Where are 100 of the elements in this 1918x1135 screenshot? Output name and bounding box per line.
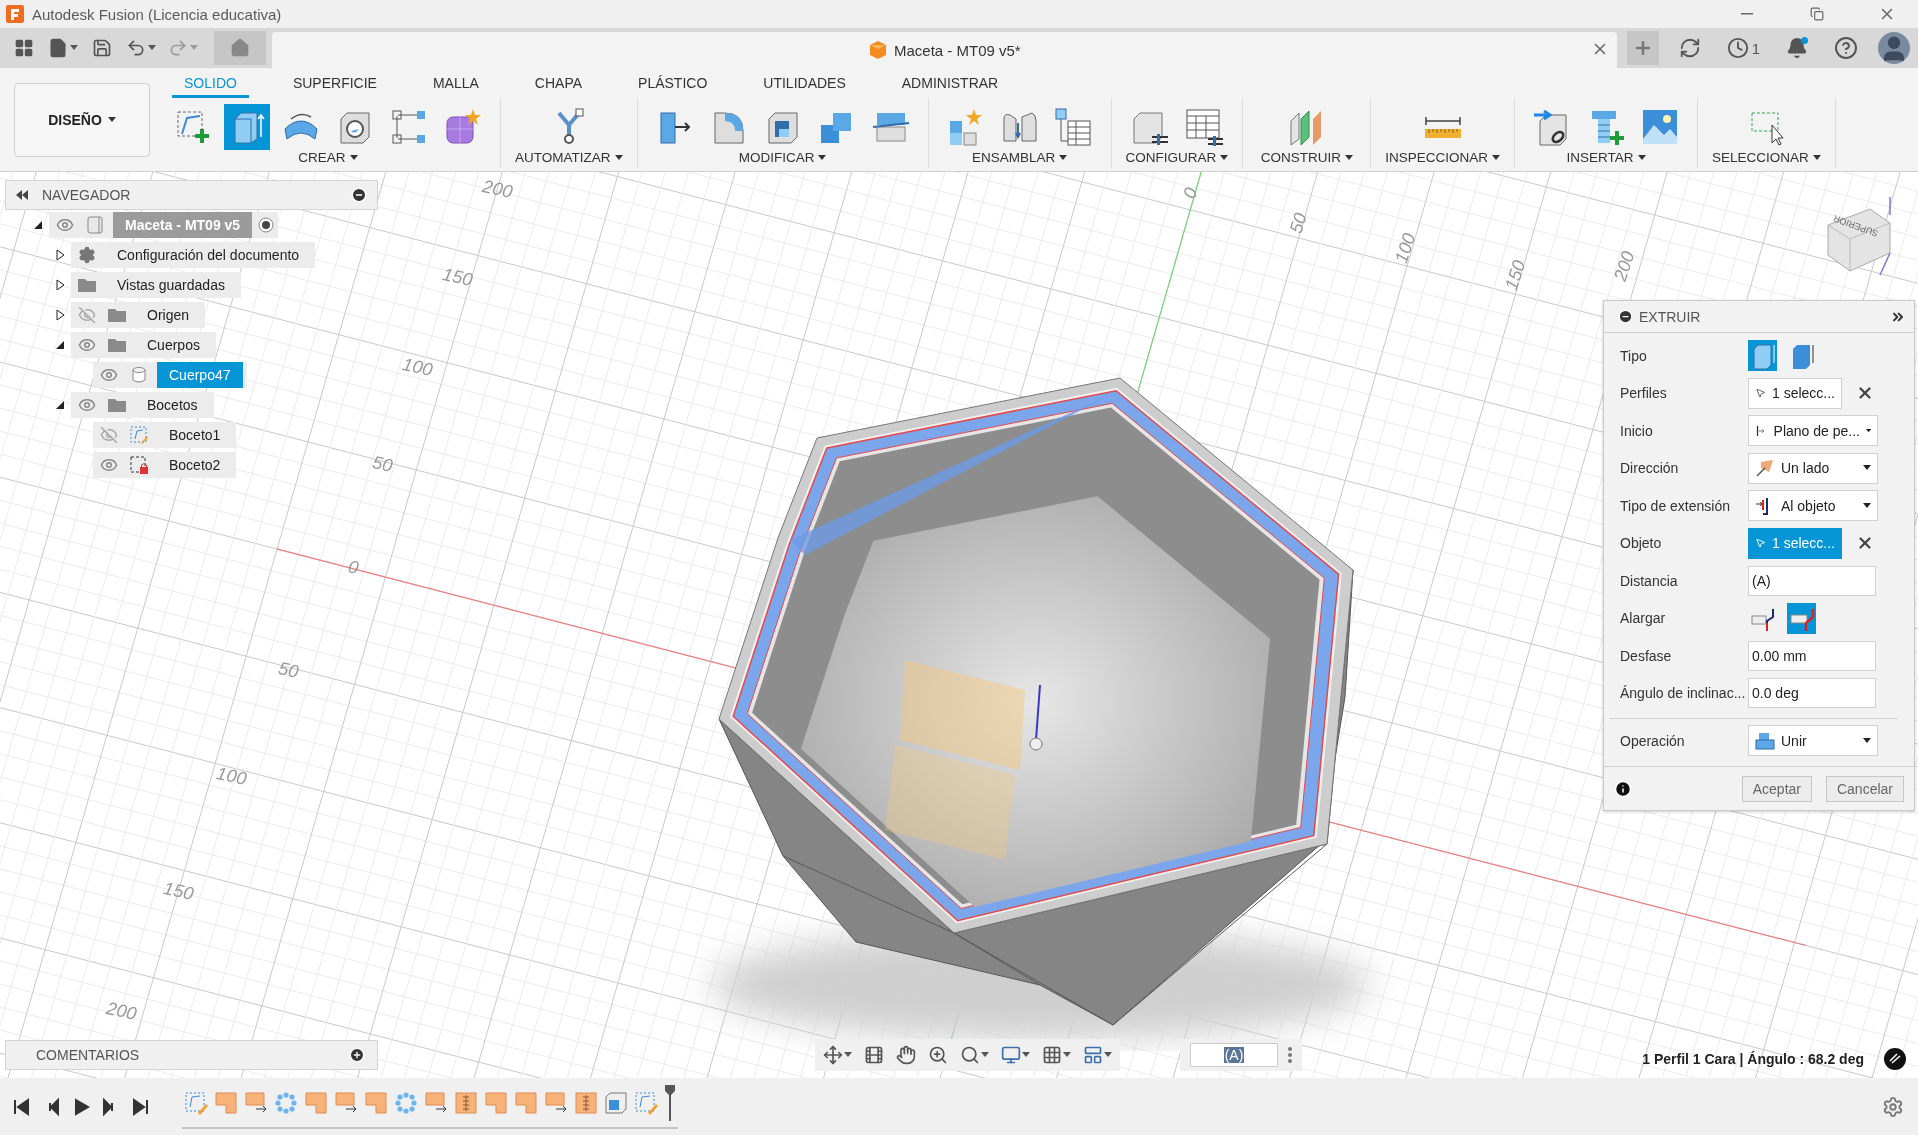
sketch-icon <box>129 425 149 445</box>
tree-item[interactable]: Boceto1 <box>93 422 237 448</box>
component-icon <box>85 215 105 235</box>
caret-icon <box>70 45 78 51</box>
tree-item[interactable]: Origen <box>71 302 206 328</box>
document-tab[interactable]: Maceta - MT09 v5* <box>272 32 1617 68</box>
tree-item[interactable]: Bocetos <box>71 392 214 418</box>
play-icon[interactable] <box>72 1097 90 1116</box>
avatar[interactable] <box>1878 32 1910 64</box>
ruler-label: 0 <box>346 556 361 578</box>
caret-icon <box>349 154 358 161</box>
caret-icon <box>1863 737 1871 744</box>
dropdown[interactable]: Unir <box>1748 725 1878 756</box>
tree-item[interactable]: Boceto2 <box>93 452 237 478</box>
zoom-in-icon <box>928 1045 948 1065</box>
ribbon-tab[interactable]: MALLA <box>420 75 491 98</box>
tree-item-label[interactable]: Origen <box>135 302 202 328</box>
caret-icon <box>1637 154 1646 161</box>
group-menu-button[interactable]: CONSTRUIR <box>1260 150 1353 165</box>
group-menu-button[interactable]: ENSAMBLAR <box>971 150 1068 165</box>
radio-icon[interactable] <box>258 217 275 233</box>
timeline-feature[interactable] <box>244 1090 268 1115</box>
timeline-feature[interactable] <box>574 1090 598 1115</box>
expand-icon <box>55 249 65 261</box>
collapse-panel-icon[interactable] <box>16 190 28 200</box>
timeline-feature[interactable] <box>604 1090 628 1115</box>
field-label: Tipo de extensión <box>1620 497 1731 514</box>
minimize-panel-icon[interactable] <box>1618 309 1633 324</box>
ribbon-tab[interactable]: ADMINISTRAR <box>889 75 1011 98</box>
ruler-label: 200 <box>480 176 515 202</box>
tree-item-label[interactable]: Boceto2 <box>157 452 233 478</box>
group-menu-button[interactable]: INSERTAR <box>1566 150 1646 165</box>
selection-button[interactable]: 1 selecc... <box>1748 377 1842 409</box>
timeline-feature[interactable] <box>454 1090 478 1115</box>
pan-button[interactable] <box>894 1045 918 1065</box>
shell-icon <box>604 1090 628 1115</box>
timeline-marker[interactable] <box>664 1084 676 1121</box>
dots-icon <box>274 1090 298 1115</box>
group-menu-button[interactable]: AUTOMATIZAR <box>515 150 623 165</box>
group-menu-button[interactable]: MODIFICAR <box>738 150 827 165</box>
text-field[interactable]: (A) <box>1748 565 1876 596</box>
job-status-button[interactable]: 1 <box>1720 37 1766 59</box>
ribbon-tab[interactable]: SUPERFICIE <box>280 75 389 98</box>
settings-icon <box>78 246 96 264</box>
ruler-label: 200 <box>104 998 139 1024</box>
eye-icon[interactable] <box>100 366 118 384</box>
tree-item[interactable]: Vistas guardadas <box>71 272 241 298</box>
dropdown[interactable]: Al objeto <box>1748 490 1878 522</box>
corner-block-icon <box>214 1090 238 1115</box>
text-field[interactable]: 0.00 mm <box>1748 640 1876 671</box>
add-comment-icon[interactable] <box>349 1047 365 1063</box>
first-icon[interactable] <box>12 1097 30 1116</box>
dropdown[interactable]: Un lado <box>1748 452 1878 484</box>
eye-icon[interactable] <box>78 336 96 354</box>
navigator-title: NAVEGADOR <box>42 187 132 203</box>
tree-item[interactable]: Configuración del documento <box>71 242 316 268</box>
minimize-panel-icon[interactable] <box>351 187 367 203</box>
timeline-feature[interactable] <box>544 1090 568 1115</box>
text-field[interactable]: 0.0 deg <box>1748 678 1876 709</box>
orbit-button[interactable] <box>821 1045 854 1065</box>
timeline-feature[interactable] <box>424 1090 448 1115</box>
home-icon <box>230 38 250 58</box>
settings-icon[interactable] <box>1882 1095 1904 1118</box>
caret-icon <box>1022 1052 1030 1058</box>
workspace-button[interactable]: DISEÑO <box>14 82 150 157</box>
dropdown[interactable]: Plano de pe... <box>1748 415 1878 447</box>
dialog-button[interactable]: Aceptar <box>1741 775 1812 802</box>
ruler-label: 150 <box>1501 257 1530 293</box>
collapse-icon <box>33 220 43 230</box>
eye-icon[interactable] <box>56 216 74 234</box>
dimension-field[interactable]: (A) <box>1190 1043 1278 1067</box>
last-icon[interactable] <box>132 1097 150 1116</box>
tree-item-label[interactable]: Bocetos <box>135 392 210 418</box>
eye-icon[interactable] <box>78 396 96 414</box>
caret-icon <box>1865 427 1871 434</box>
tree-item[interactable]: Cuerpos <box>71 332 216 358</box>
info-icon[interactable] <box>1614 779 1632 798</box>
eye-icon[interactable] <box>100 456 118 474</box>
ribbon-tab[interactable]: CHAPA <box>522 75 595 98</box>
grid-icon <box>1042 1045 1062 1065</box>
ribbon-tab[interactable]: UTILIDADES <box>751 75 858 98</box>
status-icon[interactable] <box>1884 1048 1906 1070</box>
group-menu-button[interactable]: INSPECCIONAR <box>1385 150 1501 165</box>
group-menu-button[interactable]: CREAR <box>298 150 358 165</box>
ribbon-tab[interactable]: PLÁSTICO <box>626 75 720 98</box>
tree-item-label[interactable]: Cuerpos <box>135 332 212 358</box>
display-button[interactable] <box>999 1045 1032 1065</box>
timeline-feature[interactable] <box>334 1090 358 1115</box>
search-icon <box>960 1045 980 1065</box>
caret-icon <box>148 45 156 51</box>
dialog-button[interactable]: Cancelar <box>1825 775 1904 802</box>
layout-icon <box>1083 1045 1103 1065</box>
group-menu-button[interactable]: CONFIGURAR <box>1125 150 1229 165</box>
tree-item-label[interactable]: Boceto1 <box>157 422 233 448</box>
sketch-icon <box>184 1090 208 1115</box>
more-icon[interactable] <box>1288 1047 1292 1063</box>
tree-item-label[interactable]: Configuración del documento <box>105 242 312 268</box>
group-menu-button[interactable]: SELECCIONAR <box>1712 150 1821 165</box>
new-tab-button[interactable] <box>1626 31 1659 65</box>
tree-item-label[interactable]: Vistas guardadas <box>105 272 237 298</box>
